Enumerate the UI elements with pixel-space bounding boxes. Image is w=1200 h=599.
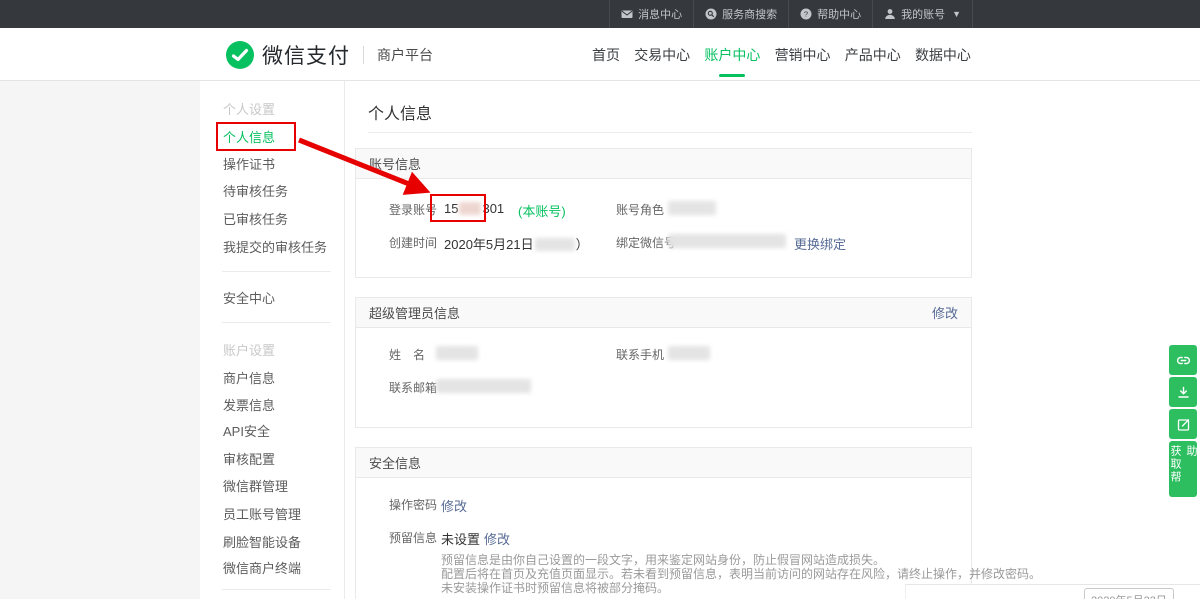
sidebar-item-review-config[interactable]: 审核配置: [223, 449, 275, 468]
header: 微信支付 商户平台 首页 交易中心 账户中心 营销中心 产品中心 数据中心: [0, 28, 1200, 81]
sidebar-item-merchant-terminal[interactable]: 微信商户终端: [223, 558, 301, 577]
password-modify-link[interactable]: 修改: [441, 496, 467, 515]
contact-email-label: 联系邮箱: [389, 379, 437, 396]
edit-icon: [1176, 417, 1191, 432]
portal-name: 商户平台: [377, 45, 433, 65]
title-divider: [368, 132, 972, 133]
redacted-contact-phone: [668, 346, 710, 360]
topbar: 消息中心 服务商搜索 ? 帮助中心 我的账号 ▼: [0, 0, 1200, 28]
float-button-panel: 获取帮助: [1169, 345, 1197, 497]
account-card-title: 账号信息: [369, 154, 421, 173]
float-download-button[interactable]: [1169, 377, 1197, 407]
topbar-message-label: 消息中心: [638, 6, 682, 22]
get-help-button[interactable]: 获取帮助: [1169, 441, 1197, 497]
date-chip[interactable]: 2020年5月22日: [1084, 588, 1174, 599]
admin-card-header: 超级管理员信息 修改: [356, 298, 971, 328]
annotation-box-sidebar: [216, 122, 296, 151]
description-line-2: 配置后将在首页及充值页面显示。若未看到预留信息，表明当前访问的网站存在风险，请终…: [441, 567, 1041, 581]
sidebar-item-certificate[interactable]: 操作证书: [223, 154, 275, 173]
mail-icon: [621, 8, 633, 20]
sidebar-item-security-center[interactable]: 安全中心: [223, 288, 275, 307]
admin-name-label: 姓 名: [389, 346, 425, 363]
reserved-modify-link[interactable]: 修改: [484, 529, 510, 548]
float-link-button[interactable]: [1169, 345, 1197, 375]
link-icon: [1176, 353, 1191, 368]
bound-wechat-label: 绑定微信号: [616, 234, 676, 251]
redacted-contact-email: [436, 379, 531, 393]
sidebar-group-account-settings: 账户设置: [223, 340, 275, 359]
main-nav: 首页 交易中心 账户中心 营销中心 产品中心 数据中心: [592, 28, 971, 81]
logo-group: 微信支付 商户平台: [226, 40, 433, 70]
admin-email-row: 联系邮箱: [356, 379, 971, 395]
page-title: 个人信息: [368, 100, 432, 124]
nav-account-center[interactable]: 账户中心: [704, 45, 760, 65]
sidebar-item-staff-accounts[interactable]: 员工账号管理: [223, 504, 301, 523]
account-card-header: 账号信息: [356, 149, 971, 179]
topbar-help-center[interactable]: ? 帮助中心: [788, 0, 872, 28]
admin-modify-link[interactable]: 修改: [932, 303, 958, 322]
topbar-help-label: 帮助中心: [817, 6, 861, 22]
admin-name-row: 姓 名 联系手机: [356, 346, 971, 362]
main-content: 个人信息 账号信息 登录账号 15301 (本账号) 账号角色 创建时间 202…: [355, 81, 972, 599]
topbar-provider-search[interactable]: 服务商搜索: [693, 0, 788, 28]
topbar-account-label: 我的账号: [901, 6, 945, 22]
admin-info-card: 超级管理员信息 修改 姓 名 联系手机 联系邮箱: [355, 297, 972, 428]
sidebar-item-submitted-tasks[interactable]: 我提交的审核任务: [223, 237, 327, 256]
security-card-header: 安全信息: [356, 448, 971, 478]
user-icon: [884, 8, 896, 20]
reserved-info-label: 预留信息: [389, 529, 437, 546]
created-time-value: 2020年5月21日）: [444, 234, 589, 253]
svg-text:?: ?: [804, 10, 808, 19]
annotation-box-account: [430, 194, 486, 222]
topbar-my-account[interactable]: 我的账号 ▼: [872, 0, 973, 28]
redacted-admin-name: [436, 346, 478, 360]
description-line-1: 预留信息是由你自己设置的一段文字，用来鉴定网站身份，防止假冒网站造成损失。: [441, 553, 1041, 567]
sidebar-divider: [222, 322, 331, 323]
topbar-message-center[interactable]: 消息中心: [609, 0, 693, 28]
topbar-search-label: 服务商搜索: [722, 6, 777, 22]
sidebar-group-personal-settings: 个人设置: [223, 99, 275, 118]
help-icon: ?: [800, 8, 812, 20]
redacted-created-detail: [535, 238, 575, 251]
sidebar-item-pending-tasks[interactable]: 待审核任务: [223, 181, 288, 200]
sidebar-item-invoice-info[interactable]: 发票信息: [223, 395, 275, 414]
sidebar-divider: [222, 271, 331, 272]
sidebar-item-merchant-info[interactable]: 商户信息: [223, 368, 275, 387]
logo-text: 微信支付: [262, 40, 350, 70]
created-time-label: 创建时间: [389, 234, 437, 251]
reserved-info-status: 未设置: [441, 529, 480, 548]
sidebar-divider: [222, 589, 331, 590]
account-role-label: 账号角色: [616, 201, 664, 218]
nav-home[interactable]: 首页: [592, 45, 620, 65]
sidebar-item-face-devices[interactable]: 刷脸智能设备: [223, 532, 301, 551]
admin-card-title: 超级管理员信息: [369, 303, 460, 322]
nav-data-center[interactable]: 数据中心: [915, 45, 971, 65]
current-account-note: (本账号): [518, 201, 566, 220]
sidebar: 个人设置 个人信息 操作证书 待审核任务 已审核任务 我提交的审核任务 安全中心…: [200, 81, 345, 599]
wechat-pay-logo-icon: [226, 41, 254, 69]
nav-trade-center[interactable]: 交易中心: [634, 45, 690, 65]
contact-phone-label: 联系手机: [616, 346, 664, 363]
bottom-popup-edge: 2020年5月22日: [905, 584, 1200, 599]
sidebar-item-api-security[interactable]: API安全: [223, 421, 270, 440]
search-icon: [705, 8, 717, 20]
security-info-card: 安全信息 操作密码 修改 预留信息 未设置 修改 预留信息是由你自己设置的一段文…: [355, 447, 972, 599]
logo-separator: [363, 46, 364, 64]
created-time-row: 创建时间 2020年5月21日） 绑定微信号 更换绑定: [356, 234, 971, 250]
redacted-role-value: [668, 201, 716, 215]
change-binding-link[interactable]: 更换绑定: [794, 234, 846, 253]
download-icon: [1176, 385, 1191, 400]
security-card-title: 安全信息: [369, 453, 421, 472]
operation-password-label: 操作密码: [389, 496, 437, 513]
redacted-wechat-id: [668, 234, 786, 248]
float-edit-button[interactable]: [1169, 409, 1197, 439]
sidebar-item-reviewed-tasks[interactable]: 已审核任务: [223, 209, 288, 228]
operation-password-row: 操作密码 修改: [356, 496, 971, 512]
reserved-info-row: 预留信息 未设置 修改: [356, 529, 971, 545]
sidebar-item-wechat-group[interactable]: 微信群管理: [223, 476, 288, 495]
nav-marketing-center[interactable]: 营销中心: [775, 45, 831, 65]
chevron-down-icon: ▼: [952, 9, 961, 19]
nav-product-center[interactable]: 产品中心: [845, 45, 901, 65]
